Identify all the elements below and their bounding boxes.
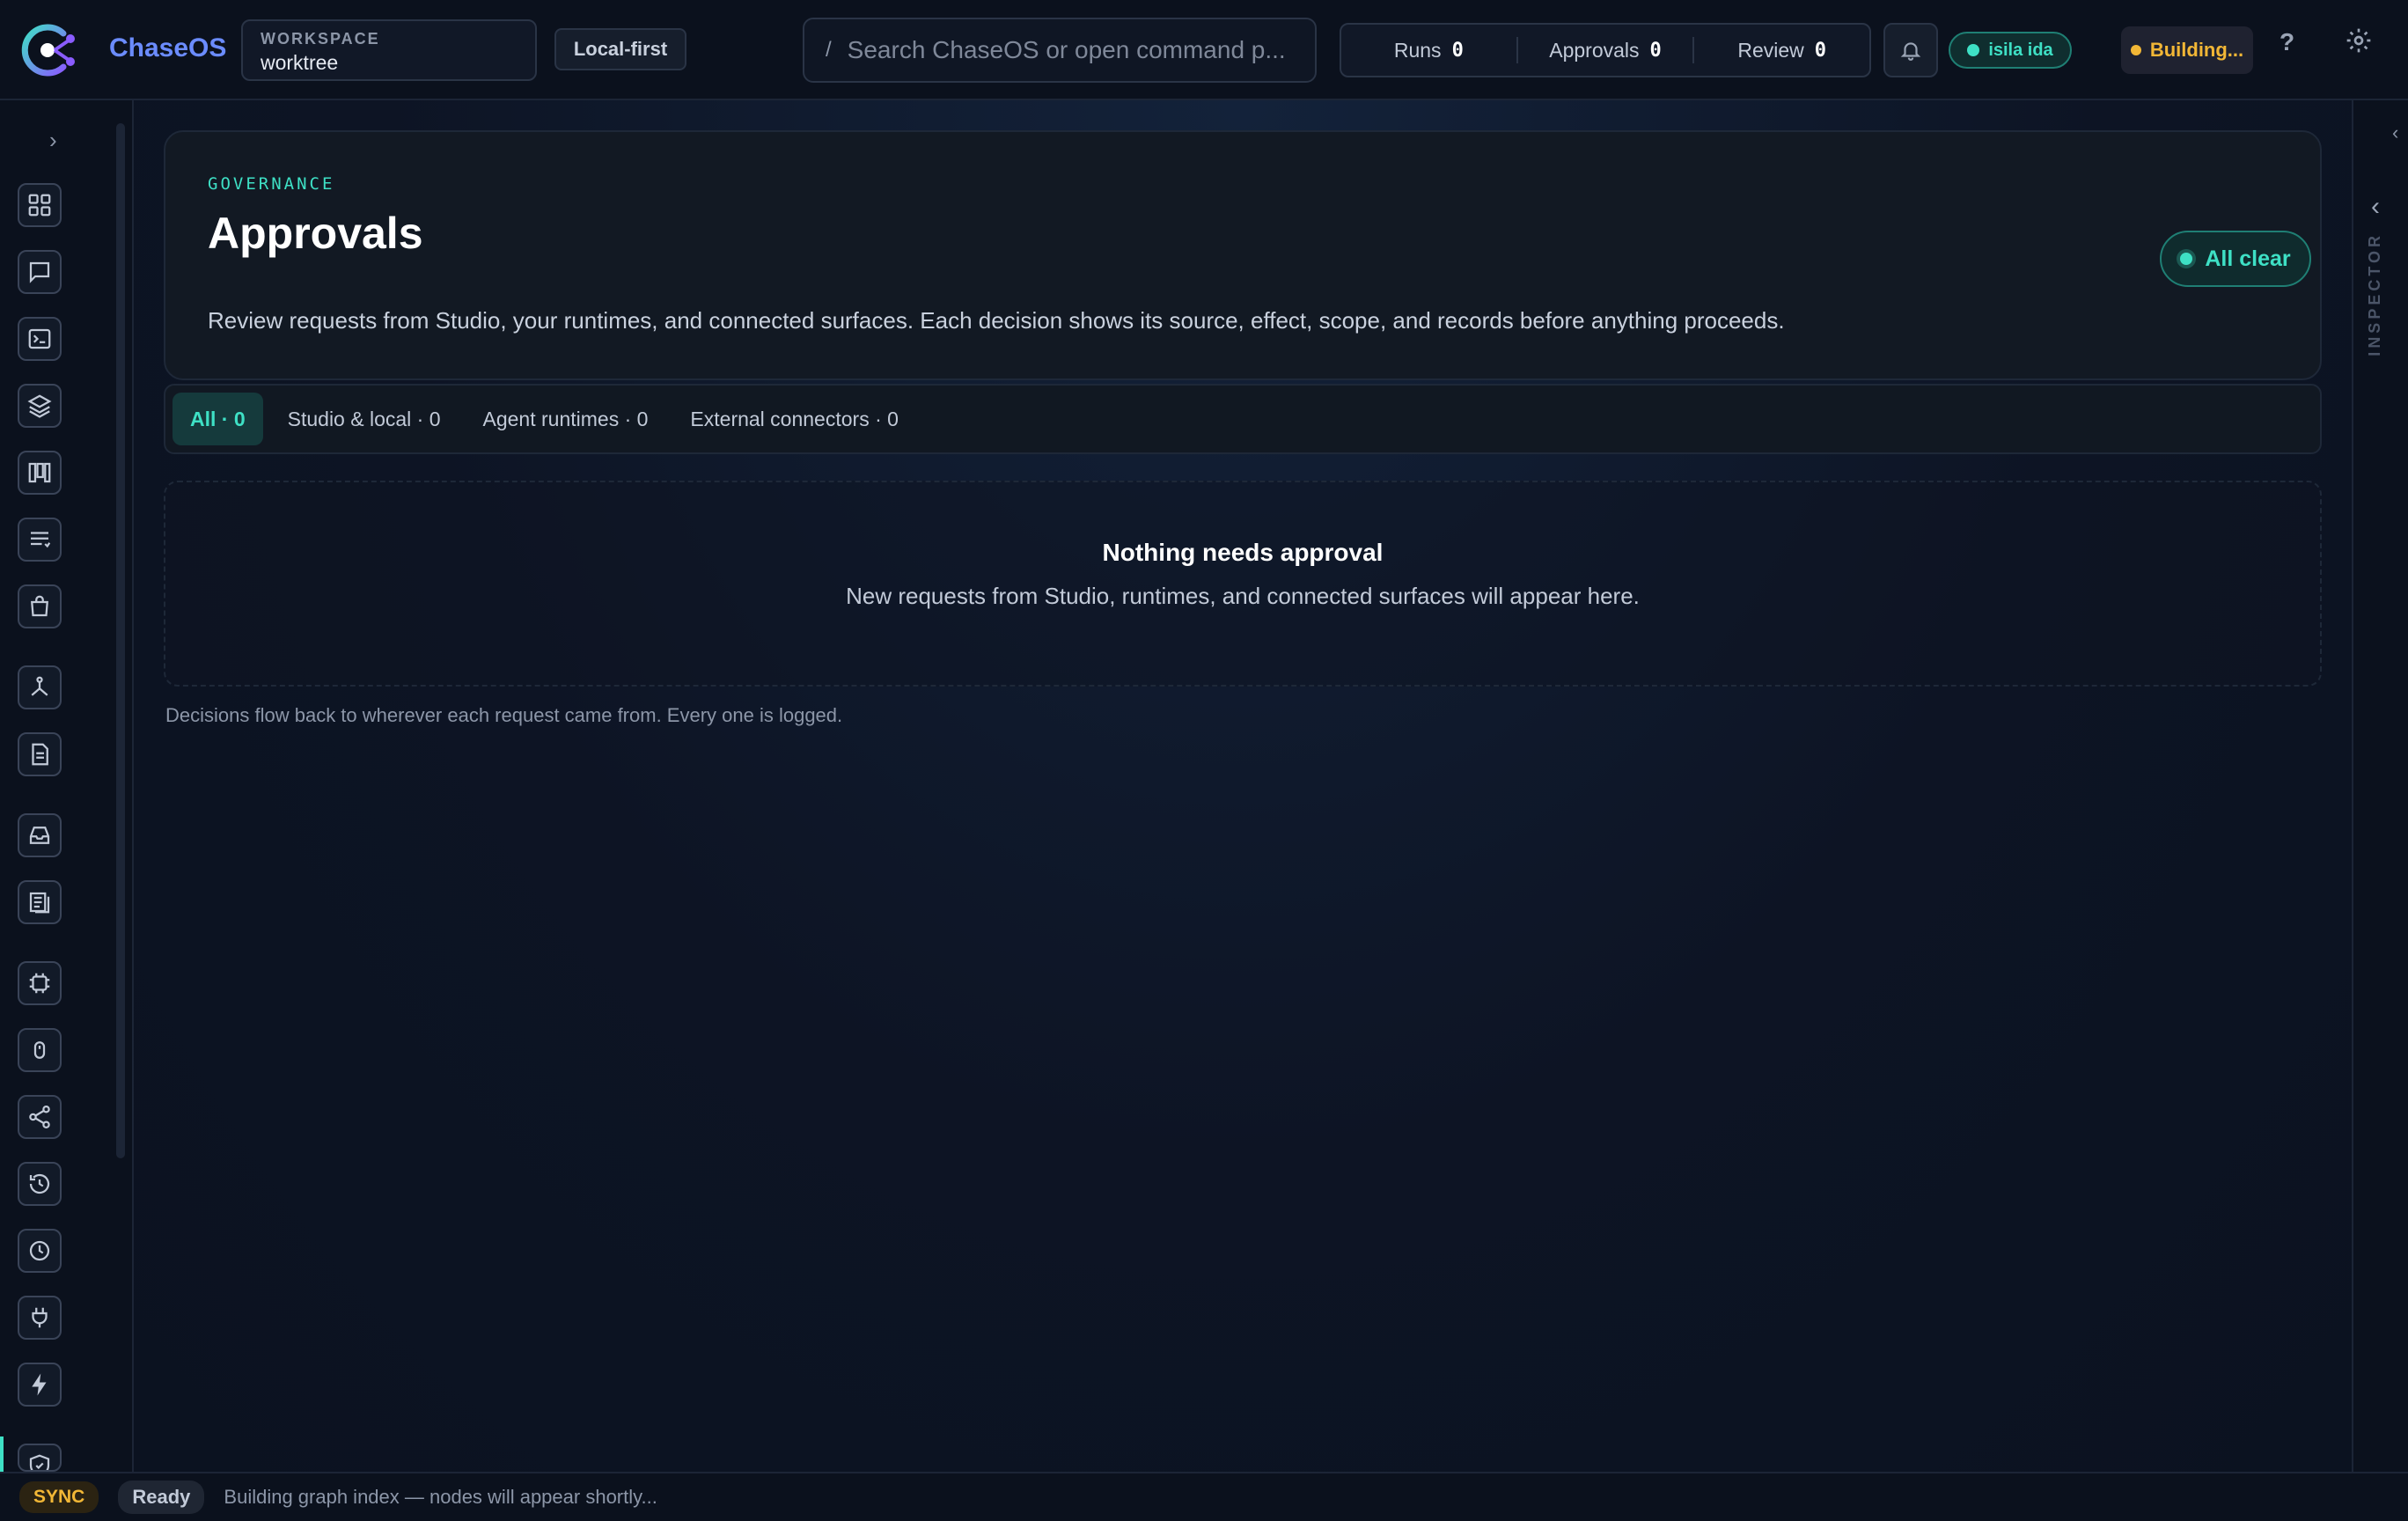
rail-item-schedule[interactable] [18,1229,62,1273]
workspace-value: worktree [261,51,339,74]
search-placeholder[interactable]: Search ChaseOS or open command p... [848,36,1286,64]
empty-state: Nothing needs approval New requests from… [164,481,2322,687]
rail-item-graph[interactable] [18,665,62,709]
workspace-selector[interactable]: WORKSPACE worktree [241,19,537,81]
workspace-label: WORKSPACE [261,30,380,48]
rail-item-input[interactable] [18,1028,62,1072]
rail-item-chat[interactable] [18,250,62,294]
inspector-label[interactable]: INSPECTOR [2366,232,2384,356]
empty-state-description: New requests from Studio, runtimes, and … [846,583,1640,609]
user-chip[interactable]: isila ida [1949,32,2072,69]
rail-item-history[interactable] [18,1162,62,1206]
approvals-count: 0 [1649,39,1662,62]
pages-icon [29,892,50,914]
rail-item-terminal[interactable] [18,317,62,361]
shopping-bag-icon [31,595,48,617]
share-icon [29,1106,50,1128]
status-bar: SYNC Ready Building graph index — nodes … [0,1472,2408,1521]
inbox-icon [29,827,50,844]
rail-item-kanban[interactable] [18,451,62,495]
local-first-chip[interactable]: Local-first [554,28,686,70]
ready-badge: Ready [118,1481,205,1514]
rail-item-compute[interactable] [18,961,62,1005]
top-bar: ChaseOS WORKSPACE worktree Local-first /… [0,0,2408,100]
shield-check-icon [29,1454,50,1470]
section-eyebrow: GOVERNANCE [208,174,335,194]
user-name: isila ida [1988,40,2053,60]
online-status-dot [1967,44,1980,56]
gear-icon[interactable] [2345,26,2373,55]
mouse-icon [33,1041,46,1059]
page-description: Review requests from Studio, your runtim… [208,307,1785,334]
document-icon [32,743,48,766]
runs-label: Runs [1393,38,1442,62]
list-icon [31,532,51,548]
chaseos-logo-icon[interactable] [21,21,79,79]
activity-counters: Runs 0 Approvals 0 Review 0 [1340,23,1871,77]
active-rail-indicator [0,1436,4,1472]
page-title: Approvals [208,209,423,258]
rail-item-dashboard[interactable] [18,183,62,227]
main-content: GOVERNANCE Approvals Review requests fro… [134,100,2352,1472]
chat-icon [29,261,50,283]
approvals-counter[interactable]: Approvals 0 [1516,37,1693,63]
footnote: Decisions flow back to wherever each req… [165,704,843,726]
build-status-label: Building... [2149,39,2244,61]
rail-item-list[interactable] [18,518,62,562]
clock-icon [29,1240,50,1261]
runs-count: 0 [1451,39,1464,62]
build-status-chip[interactable]: Building... [2121,26,2253,74]
search-shortcut-hint: / [826,38,832,62]
rail-item-approvals[interactable] [18,1444,62,1472]
rail-item-share[interactable] [18,1095,62,1139]
chip-icon [29,973,50,994]
layers-icon [27,394,52,418]
tab-studio-local[interactable]: Studio & local · 0 [270,393,459,445]
build-status-dot [2130,45,2141,55]
rail-item-documents[interactable] [18,732,62,776]
open-inspector-icon[interactable]: ‹ [2371,192,2380,222]
rail-item-pages[interactable] [18,880,62,924]
terminal-icon [28,328,51,349]
source-filter-tabs: All · 0 Studio & local · 0 Agent runtime… [164,384,2322,454]
rail-item-connectors[interactable] [18,1296,62,1340]
status-message: Building graph index — nodes will appear… [224,1486,657,1508]
all-clear-label: All clear [2205,246,2291,271]
sync-badge[interactable]: SYNC [19,1481,99,1513]
bolt-icon [32,1373,47,1396]
plug-icon [32,1307,48,1328]
empty-state-title: Nothing needs approval [1102,539,1384,566]
review-counter[interactable]: Review 0 [1692,37,1869,63]
inspector-panel: ‹ ‹ INSPECTOR [2352,100,2408,1472]
brand-name[interactable]: ChaseOS [109,33,226,63]
rail-item-inbox[interactable] [18,813,62,857]
tab-all[interactable]: All · 0 [173,393,263,445]
status-dot [2180,253,2193,265]
kanban-icon [28,462,51,483]
approvals-label: Approvals [1549,38,1640,62]
review-label: Review [1737,38,1804,62]
notifications-button[interactable] [1883,23,1938,77]
page-header-card: GOVERNANCE Approvals Review requests fro… [164,130,2322,380]
help-icon[interactable]: ? [2280,28,2294,56]
rail-item-marketplace[interactable] [18,584,62,628]
dashboard-icon [28,194,51,217]
history-icon [29,1173,50,1194]
all-clear-badge: All clear [2160,231,2311,287]
bell-icon [1900,42,1921,61]
graph-icon [31,676,48,696]
review-count: 0 [1814,39,1827,62]
runs-counter[interactable]: Runs 0 [1341,39,1516,62]
tab-external-connectors[interactable]: External connectors · 0 [672,393,916,445]
expand-rail-icon[interactable]: › [49,127,57,154]
rail-item-automations[interactable] [18,1363,62,1407]
rail-scrollbar[interactable] [116,123,125,1158]
collapse-panel-icon[interactable]: ‹ [2392,121,2398,144]
tab-agent-runtimes[interactable]: Agent runtimes · 0 [466,393,666,445]
navigation-rail: › [0,100,134,1472]
command-search[interactable]: / Search ChaseOS or open command p... [803,18,1317,83]
rail-item-layers[interactable] [18,384,62,428]
